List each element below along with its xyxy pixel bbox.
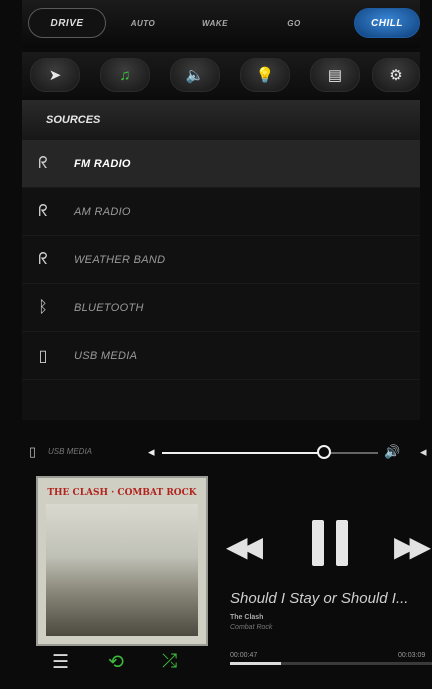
source-item-bluetooth[interactable]: ᛒ BLUETOOTH (22, 284, 420, 332)
light-bulb-icon: 💡 (255, 67, 275, 84)
source-item-weather-band[interactable]: ᖇ WEATHER BAND (22, 236, 420, 284)
mode-3-button[interactable]: WAKE (190, 14, 240, 32)
audio-button[interactable]: 🔈 (170, 58, 220, 92)
mode-bar: DRIVE AUTO WAKE GO CHILL (22, 0, 420, 48)
lights-button[interactable]: 💡 (240, 58, 290, 92)
drive-mode-button[interactable]: DRIVE (28, 8, 106, 38)
pause-icon (312, 520, 324, 566)
speaker-icon: 🔈 (185, 67, 205, 84)
volume-slider-fill (162, 452, 324, 454)
chill-mode-button[interactable]: CHILL (354, 8, 420, 38)
elapsed-time: 00:00:47 (230, 652, 258, 659)
radio-icon: ᖇ (38, 250, 48, 268)
navigation-arrow-icon: ➤ (48, 67, 62, 84)
source-item-am-radio[interactable]: ᖇ AM RADIO (22, 188, 420, 236)
radio-icon: ᖇ (38, 202, 48, 220)
navigation-button[interactable]: ➤ (30, 58, 80, 92)
album-art-photo (46, 504, 198, 636)
track-artist: The Clash (230, 614, 264, 621)
bluetooth-icon: ᛒ (38, 298, 48, 316)
repeat-button[interactable]: ⟲ (108, 651, 124, 674)
source-item-fm-radio[interactable]: ᖇ FM RADIO (22, 140, 420, 188)
previous-track-icon: ◀◀ (226, 531, 263, 562)
shuffle-icon: ⤮ (162, 651, 178, 672)
sources-heading: SOURCES (22, 100, 420, 140)
volume-up-icon[interactable]: 🔊 (384, 444, 400, 460)
music-button[interactable]: ♫ (100, 58, 150, 92)
source-label: BLUETOOTH (74, 301, 144, 314)
track-progress-bar[interactable] (230, 662, 432, 665)
storage-button[interactable]: ▤ (310, 58, 360, 92)
repeat-icon: ⟲ (108, 652, 124, 673)
pause-icon (336, 520, 348, 566)
settings-button[interactable]: ⚙ (372, 58, 420, 92)
source-label: FM RADIO (74, 157, 131, 170)
usb-icon: ▯ (29, 444, 37, 459)
track-album: Combat Rock (230, 624, 273, 631)
source-label: USB MEDIA (74, 349, 138, 362)
total-time: 00:03:09 (398, 652, 426, 659)
track-progress-fill (230, 662, 281, 665)
track-title: Should I Stay or Should I... (230, 590, 409, 607)
previous-track-button[interactable]: ◀◀ (226, 530, 263, 563)
mode-2-button[interactable]: AUTO (118, 14, 168, 32)
current-source-label: USB MEDIA (48, 447, 93, 456)
next-track-button[interactable]: ▶▶ (394, 530, 431, 563)
next-track-icon: ▶▶ (394, 531, 431, 562)
storage-icon: ▤ (327, 67, 343, 84)
category-icon-bar: ➤ ♫ 🔈 💡 ▤ ⚙ (22, 52, 420, 98)
list-icon: ☰ (52, 652, 70, 673)
source-label: AM RADIO (74, 205, 131, 218)
source-item-usb-media[interactable]: ▯ USB MEDIA (22, 332, 420, 380)
usb-icon: ▯ (38, 347, 48, 365)
sources-panel: SOURCES ᖇ FM RADIO ᖇ AM RADIO ᖇ WEATHER … (22, 100, 420, 420)
mode-4-button[interactable]: GO (274, 14, 314, 32)
pause-button[interactable] (312, 520, 348, 566)
album-art-title: THE CLASH · COMBAT ROCK (47, 488, 197, 498)
gear-icon: ⚙ (389, 67, 403, 84)
volume-slider-knob[interactable] (317, 445, 331, 459)
volume-bar: ▯ USB MEDIA ◂ 🔊 ◂ (22, 436, 432, 470)
source-label: WEATHER BAND (74, 253, 166, 266)
playlist-button[interactable]: ☰ (52, 651, 69, 674)
shuffle-button[interactable]: ⤮ (162, 651, 177, 673)
volume-slider[interactable] (162, 445, 378, 459)
volume-max-icon[interactable]: ◂ (420, 444, 427, 460)
music-note-icon: ♫ (119, 66, 131, 84)
volume-down-icon[interactable]: ◂ (148, 444, 155, 460)
album-art: THE CLASH · COMBAT ROCK (36, 476, 208, 646)
radio-icon: ᖇ (38, 154, 48, 172)
